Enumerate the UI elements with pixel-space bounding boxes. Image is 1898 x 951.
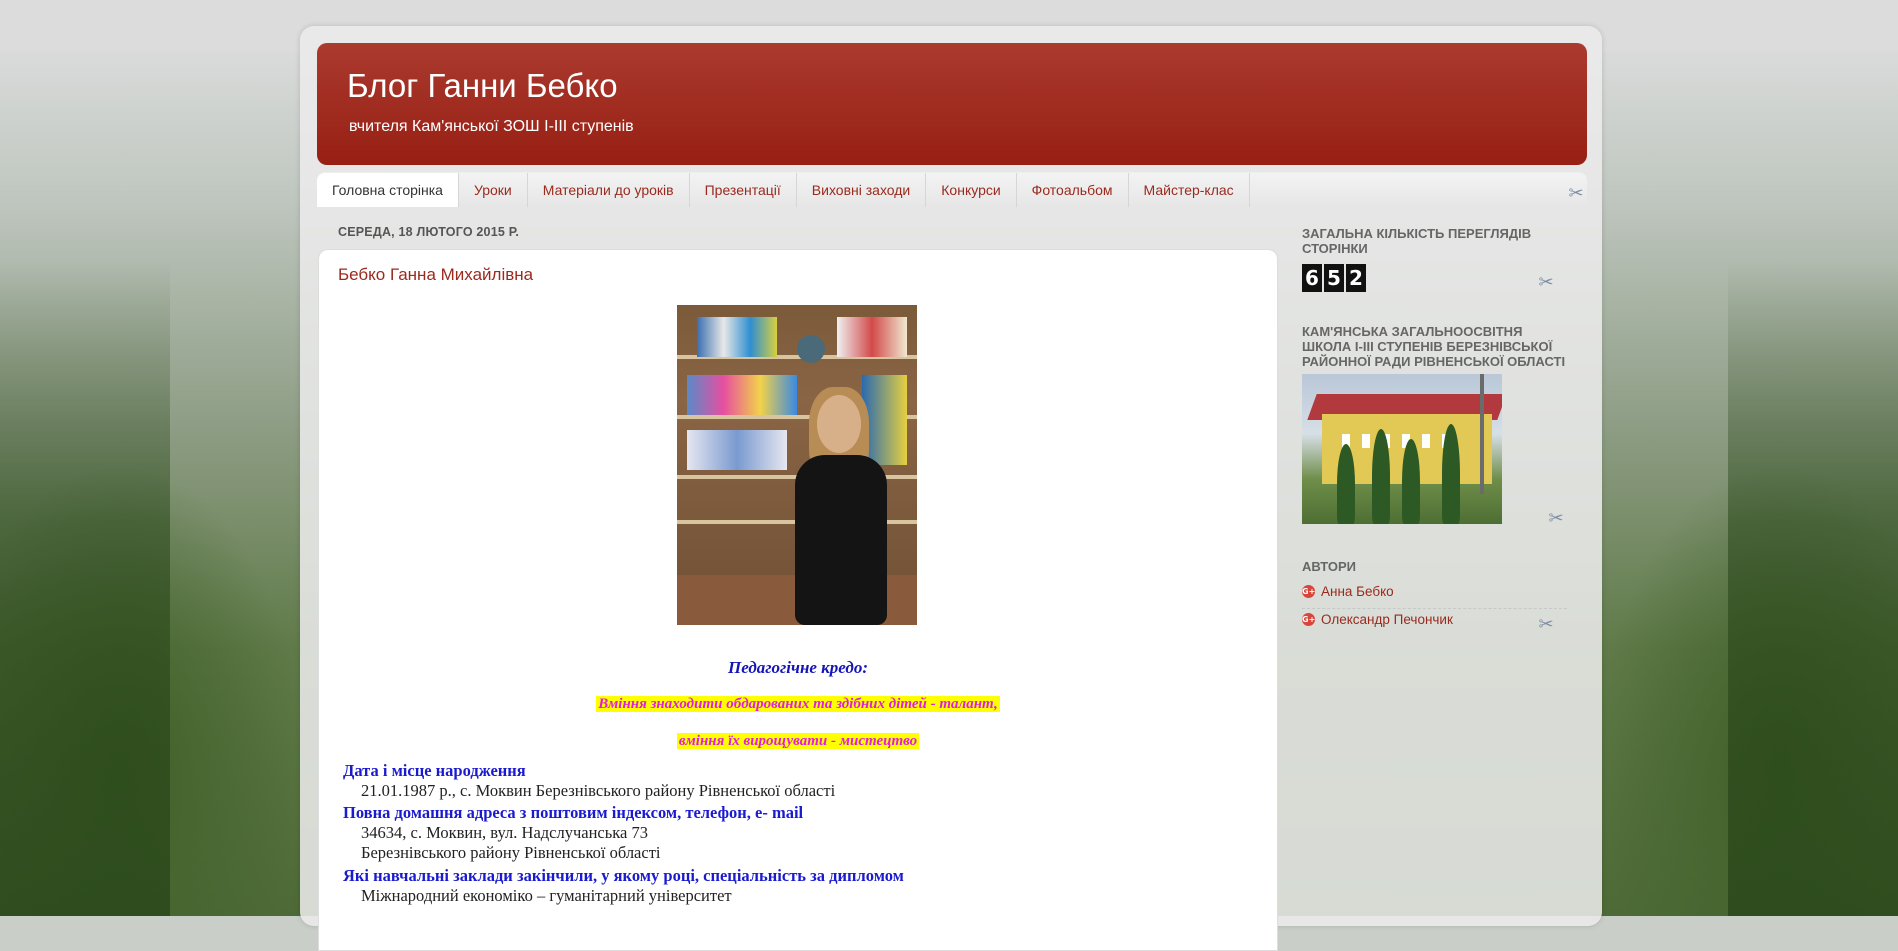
post-date-header: СЕРЕДА, 18 ЛЮТОГО 2015 Р. xyxy=(338,225,520,239)
author-divider xyxy=(1302,608,1567,609)
tab-materials[interactable]: Матеріали до уроків xyxy=(528,173,690,207)
author-link-1[interactable]: G+ Анна Бебко xyxy=(1302,584,1394,599)
edit-tabs-icon[interactable]: ✂ xyxy=(1566,183,1586,203)
tab-home[interactable]: Головна сторінка xyxy=(317,173,459,207)
tab-events[interactable]: Виховні заходи xyxy=(797,173,927,207)
gplus-icon: G+ xyxy=(1302,585,1316,598)
edit-views-icon[interactable]: ✂ xyxy=(1536,272,1556,292)
tab-presentations[interactable]: Презентації xyxy=(690,173,797,207)
edit-authors-icon[interactable]: ✂ xyxy=(1536,614,1556,634)
author-link-2[interactable]: G+ Олександр Печончик xyxy=(1302,612,1453,627)
background-trees-right xyxy=(1728,260,1898,916)
credo-line-2: вміння їх вирощувати - мистецтво xyxy=(319,732,1277,750)
gplus-icon: G+ xyxy=(1302,613,1316,626)
blog-title[interactable]: Блог Ганни Бебко xyxy=(347,67,618,105)
counter-digit: 2 xyxy=(1346,264,1366,292)
post-body: Бебко Ганна Михайлівна Педагогічне кредо… xyxy=(318,249,1278,951)
views-widget-title: ЗАГАЛЬНА КІЛЬКІСТЬ ПЕРЕГЛЯДІВ СТОРІНКИ xyxy=(1302,226,1532,256)
info-birth: Дата і місце народження 21.01.1987 р., с… xyxy=(343,761,835,801)
info-value: 21.01.1987 р., с. Моквин Березнівського … xyxy=(361,781,836,800)
info-value: Березнівського району Рівненської област… xyxy=(361,843,661,862)
info-label: Дата і місце народження xyxy=(343,761,526,780)
teacher-photo[interactable] xyxy=(677,305,917,625)
tab-photoalbum[interactable]: Фотоальбом xyxy=(1017,173,1129,207)
blog-description: вчителя Кам'янської ЗОШ I-III ступенів xyxy=(349,118,634,135)
author-name[interactable]: Анна Бебко xyxy=(1321,584,1394,599)
authors-widget-title: АВТОРИ xyxy=(1302,559,1357,574)
edit-school-icon[interactable]: ✂ xyxy=(1546,508,1566,528)
author-name[interactable]: Олександр Печончик xyxy=(1321,612,1453,627)
background-trees-left xyxy=(0,260,170,916)
credo-title: Педагогічне кредо: xyxy=(727,658,869,677)
page-tabs: Головна сторінка Уроки Матеріали до урок… xyxy=(317,172,1587,207)
credo-text-1: Вміння знаходити обдарованих та здібних … xyxy=(596,696,1000,712)
info-value: Міжнародний економіко – гуманітарний уні… xyxy=(361,886,732,905)
info-value: 34634, с. Моквин, вул. Надслучанська 73 xyxy=(361,823,648,842)
info-label: Які навчальні заклади закінчили, у якому… xyxy=(343,866,904,885)
school-photo[interactable] xyxy=(1302,374,1502,524)
tab-masterclass[interactable]: Майстер-клас xyxy=(1129,173,1250,207)
school-widget-title: КАМ'ЯНСЬКА ЗАГАЛЬНООСВІТНЯ ШКОЛА І-ІІІ С… xyxy=(1302,324,1566,369)
info-education: Які навчальні заклади закінчили, у якому… xyxy=(343,866,904,906)
tab-lessons[interactable]: Уроки xyxy=(459,173,528,207)
credo-text-2: вміння їх вирощувати - мистецтво xyxy=(676,733,920,749)
info-label: Повна домашня адреса з поштовим індексом… xyxy=(343,803,804,822)
post-title[interactable]: Бебко Ганна Михайлівна xyxy=(338,265,533,285)
tab-contests[interactable]: Конкурси xyxy=(926,173,1017,207)
info-address: Повна домашня адреса з поштовим індексом… xyxy=(343,803,803,863)
credo-line-1: Вміння знаходити обдарованих та здібних … xyxy=(319,695,1277,713)
counter-digit: 5 xyxy=(1324,264,1344,292)
counter-digit: 6 xyxy=(1302,264,1322,292)
blog-header: Блог Ганни Бебко вчителя Кам'янської ЗОШ… xyxy=(317,43,1587,165)
views-counter: 6 5 2 xyxy=(1302,264,1368,292)
